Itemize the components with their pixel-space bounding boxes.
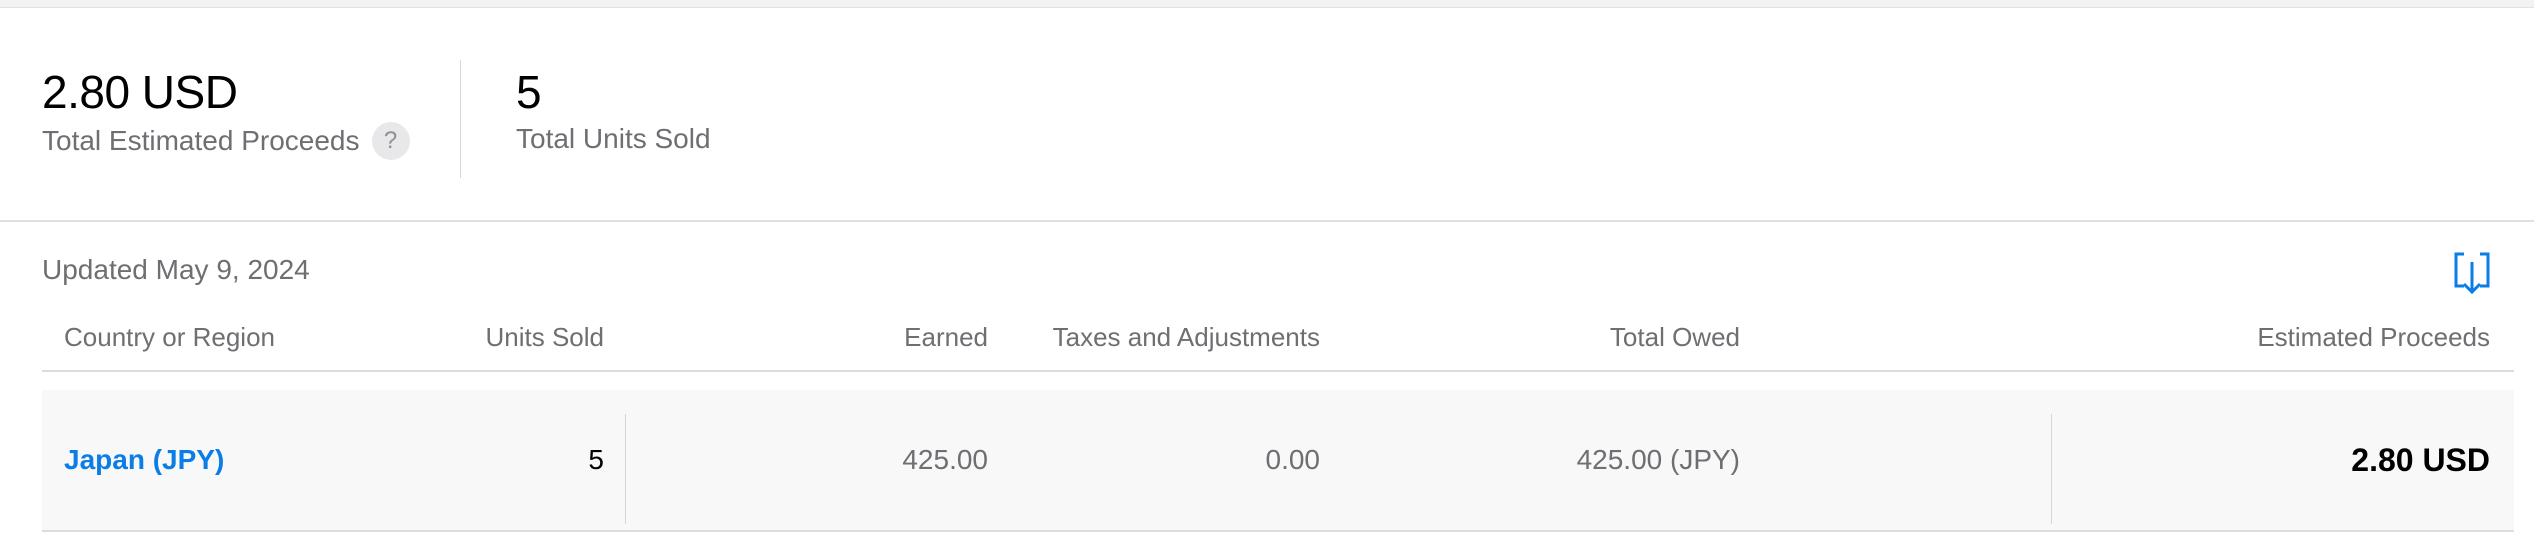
earned-cell: 425.00 bbox=[902, 444, 988, 475]
column-header-estimated-proceeds[interactable]: Estimated Proceeds bbox=[2257, 322, 2490, 353]
total-proceeds-value: 2.80 USD bbox=[42, 66, 238, 118]
row-divider bbox=[625, 414, 626, 524]
updated-date: Updated May 9, 2024 bbox=[42, 254, 310, 285]
country-cell: Japan (JPY) bbox=[64, 390, 224, 530]
column-header-country[interactable]: Country or Region bbox=[64, 322, 275, 353]
column-header-total-owed[interactable]: Total Owed bbox=[1610, 322, 1740, 353]
download-icon[interactable] bbox=[2452, 248, 2492, 296]
table-row: Japan (JPY) 5 425.00 0.00 425.00 (JPY) 2… bbox=[42, 390, 2514, 532]
column-header-units-sold[interactable]: Units Sold bbox=[486, 322, 605, 353]
units-stat: 5 Total Units Sold bbox=[516, 66, 711, 156]
summary-panel: 2.80 USD Total Estimated Proceeds ? 5 To… bbox=[0, 8, 2534, 222]
estimated-proceeds-cell: 2.80 USD bbox=[2351, 442, 2490, 478]
total-owed-cell: 425.00 (JPY) bbox=[1576, 444, 1740, 475]
table-header: Country or Region Units Sold Earned Taxe… bbox=[42, 322, 2514, 372]
proceeds-report: Updated May 9, 2024 Country or Region Un… bbox=[0, 222, 2534, 554]
column-header-taxes[interactable]: Taxes and Adjustments bbox=[1053, 322, 1320, 353]
total-proceeds-label: Total Estimated Proceeds bbox=[42, 125, 360, 156]
total-units-label: Total Units Sold bbox=[516, 123, 711, 154]
total-proceeds-label-row: Total Estimated Proceeds ? bbox=[42, 122, 410, 160]
total-units-value: 5 bbox=[516, 66, 542, 118]
help-icon[interactable]: ? bbox=[371, 122, 410, 160]
row-divider bbox=[2051, 414, 2052, 524]
column-header-earned[interactable]: Earned bbox=[904, 322, 988, 353]
taxes-cell: 0.00 bbox=[1265, 444, 1321, 475]
top-strip bbox=[0, 0, 2534, 8]
proceeds-stat: 2.80 USD Total Estimated Proceeds ? bbox=[42, 66, 410, 160]
stat-divider bbox=[460, 60, 461, 178]
country-link[interactable]: Japan (JPY) bbox=[64, 444, 224, 475]
units-sold-cell: 5 bbox=[588, 444, 604, 475]
